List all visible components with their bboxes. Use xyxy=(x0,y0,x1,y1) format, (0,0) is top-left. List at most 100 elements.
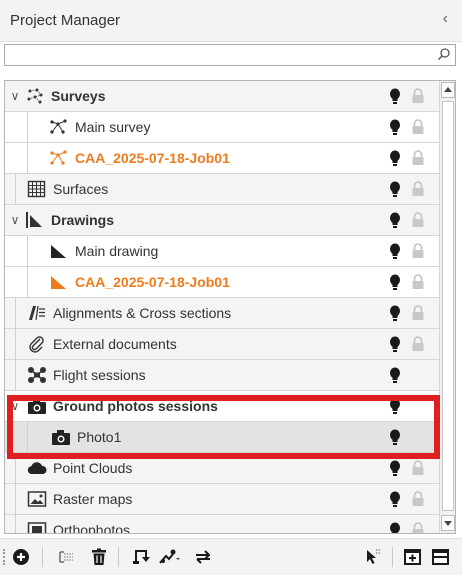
tree-node-photo1[interactable]: Photo1 xyxy=(5,422,439,453)
sync-icon[interactable] xyxy=(192,547,214,567)
delete-icon[interactable] xyxy=(88,547,110,567)
toolbar-grip[interactable] xyxy=(3,549,5,565)
tree-node-label: External documents xyxy=(53,336,177,352)
tree-node-label: CAA_2025-07-18-Job01 xyxy=(75,150,230,166)
tree-guide-line xyxy=(15,360,16,391)
tree-node-label: Orthophotos xyxy=(53,522,131,534)
lock-icon[interactable] xyxy=(411,305,425,321)
visibility-bulb-icon[interactable] xyxy=(389,305,401,322)
tree-node-label: CAA_2025-07-18-Job01 xyxy=(75,274,230,290)
tree-node-label: Raster maps xyxy=(53,491,133,507)
tree-guide-line xyxy=(27,267,28,298)
toolbar-separator xyxy=(118,547,119,567)
scrollbar-thumb[interactable] xyxy=(442,101,454,511)
tree-node-flight-sessions[interactable]: Flight sessions xyxy=(5,360,439,391)
tree-node-drawings[interactable]: ∨ Drawings xyxy=(5,205,439,236)
tree-node-label: Point Clouds xyxy=(53,460,133,476)
visibility-bulb-icon[interactable] xyxy=(389,336,401,353)
visibility-bulb-icon[interactable] xyxy=(389,212,401,229)
lock-icon[interactable] xyxy=(411,119,425,135)
tree-scrollbar[interactable] xyxy=(439,81,455,533)
tools-dropdown-icon[interactable] xyxy=(158,547,180,567)
lock-icon[interactable] xyxy=(411,243,425,259)
visibility-bulb-icon[interactable] xyxy=(389,274,401,291)
window-icon[interactable] xyxy=(430,547,452,567)
lock-icon[interactable] xyxy=(411,522,425,534)
add-icon[interactable] xyxy=(10,547,32,567)
collapse-panel-icon[interactable]: ‹ xyxy=(443,10,448,28)
expand-chevron-icon[interactable]: ∨ xyxy=(9,89,21,103)
select-range-icon[interactable] xyxy=(56,547,78,567)
expand-chevron-icon[interactable]: ∨ xyxy=(9,213,21,227)
new-window-icon[interactable] xyxy=(402,547,424,567)
survey-icon xyxy=(50,119,67,134)
search-icon[interactable] xyxy=(437,47,451,61)
survey-group-icon xyxy=(27,88,43,104)
tree-node-raster-maps[interactable]: Raster maps xyxy=(5,484,439,515)
visibility-bulb-icon[interactable] xyxy=(389,460,401,477)
paperclip-icon xyxy=(29,336,44,353)
tree-node-label: Alignments & Cross sections xyxy=(53,305,232,321)
tree-guide-line xyxy=(27,422,28,453)
tree-node-ground-photos-sessions[interactable]: ∨ Ground photos sessions xyxy=(5,391,439,422)
visibility-bulb-icon[interactable] xyxy=(389,398,401,415)
expand-chevron-icon[interactable]: ∨ xyxy=(9,399,21,413)
lock-icon[interactable] xyxy=(411,274,425,290)
tree-guide-line xyxy=(15,298,16,329)
tree-node-label: Ground photos sessions xyxy=(53,398,218,414)
tree-guide-line xyxy=(15,484,16,515)
tree-node-label: Photo1 xyxy=(77,429,122,445)
search-box[interactable] xyxy=(4,44,456,66)
survey-icon-orange xyxy=(50,150,67,165)
tree-node-label: Surveys xyxy=(51,88,106,104)
lock-icon[interactable] xyxy=(411,88,425,104)
visibility-bulb-icon[interactable] xyxy=(389,522,401,534)
visibility-bulb-icon[interactable] xyxy=(389,429,401,446)
tree-guide-line xyxy=(15,174,16,205)
tree-node-main-survey[interactable]: Main survey xyxy=(5,112,439,143)
panel-title: Project Manager xyxy=(10,12,121,29)
visibility-bulb-icon[interactable] xyxy=(389,88,401,105)
tree-node-point-clouds[interactable]: Point Clouds xyxy=(5,453,439,484)
grid-icon xyxy=(27,180,46,198)
visibility-bulb-icon[interactable] xyxy=(389,367,401,384)
project-tree[interactable]: ∨ Surveys Main survey CAA_2025-07-18-Job… xyxy=(4,80,456,534)
lock-icon[interactable] xyxy=(411,181,425,197)
tree-guide-line xyxy=(15,329,16,360)
visibility-bulb-icon[interactable] xyxy=(389,181,401,198)
tree-node-orthophotos[interactable]: Orthophotos xyxy=(5,515,439,534)
rotate-icon[interactable] xyxy=(130,547,152,567)
scroll-down-button[interactable] xyxy=(441,515,455,531)
tree-node-surfaces[interactable]: Surfaces xyxy=(5,174,439,205)
lock-icon[interactable] xyxy=(411,491,425,507)
visibility-bulb-icon[interactable] xyxy=(389,243,401,260)
tree-node-label: Drawings xyxy=(51,212,115,228)
tree-guide-line xyxy=(15,515,16,533)
camera-icon xyxy=(28,399,46,414)
scroll-up-button[interactable] xyxy=(441,82,455,98)
tree-guide-line xyxy=(27,143,28,174)
tree-guide-line xyxy=(27,236,28,267)
drawing-icon-orange xyxy=(51,276,66,289)
tree-node-external-documents[interactable]: External documents xyxy=(5,329,439,360)
lock-icon[interactable] xyxy=(411,336,425,352)
toolbar-separator xyxy=(392,547,393,567)
tree-node-caa-drawing[interactable]: CAA_2025-07-18-Job01 xyxy=(5,267,439,298)
visibility-bulb-icon[interactable] xyxy=(389,150,401,167)
lock-icon[interactable] xyxy=(411,150,425,166)
search-input[interactable] xyxy=(5,45,435,65)
select-cursor-icon[interactable] xyxy=(362,547,384,567)
tree-node-alignments[interactable]: Alignments & Cross sections xyxy=(5,298,439,329)
toolbar-separator xyxy=(42,547,43,567)
raster-icon xyxy=(27,491,47,507)
drone-icon xyxy=(28,367,46,383)
visibility-bulb-icon[interactable] xyxy=(389,119,401,136)
lock-icon[interactable] xyxy=(411,212,425,228)
tree-node-caa-survey[interactable]: CAA_2025-07-18-Job01 xyxy=(5,143,439,174)
tree-node-main-drawing[interactable]: Main drawing xyxy=(5,236,439,267)
tree-node-surveys[interactable]: ∨ Surveys xyxy=(5,81,439,112)
tree-node-label: Main survey xyxy=(75,119,151,135)
visibility-bulb-icon[interactable] xyxy=(389,491,401,508)
drawing-icon xyxy=(51,245,66,258)
lock-icon[interactable] xyxy=(411,460,425,476)
